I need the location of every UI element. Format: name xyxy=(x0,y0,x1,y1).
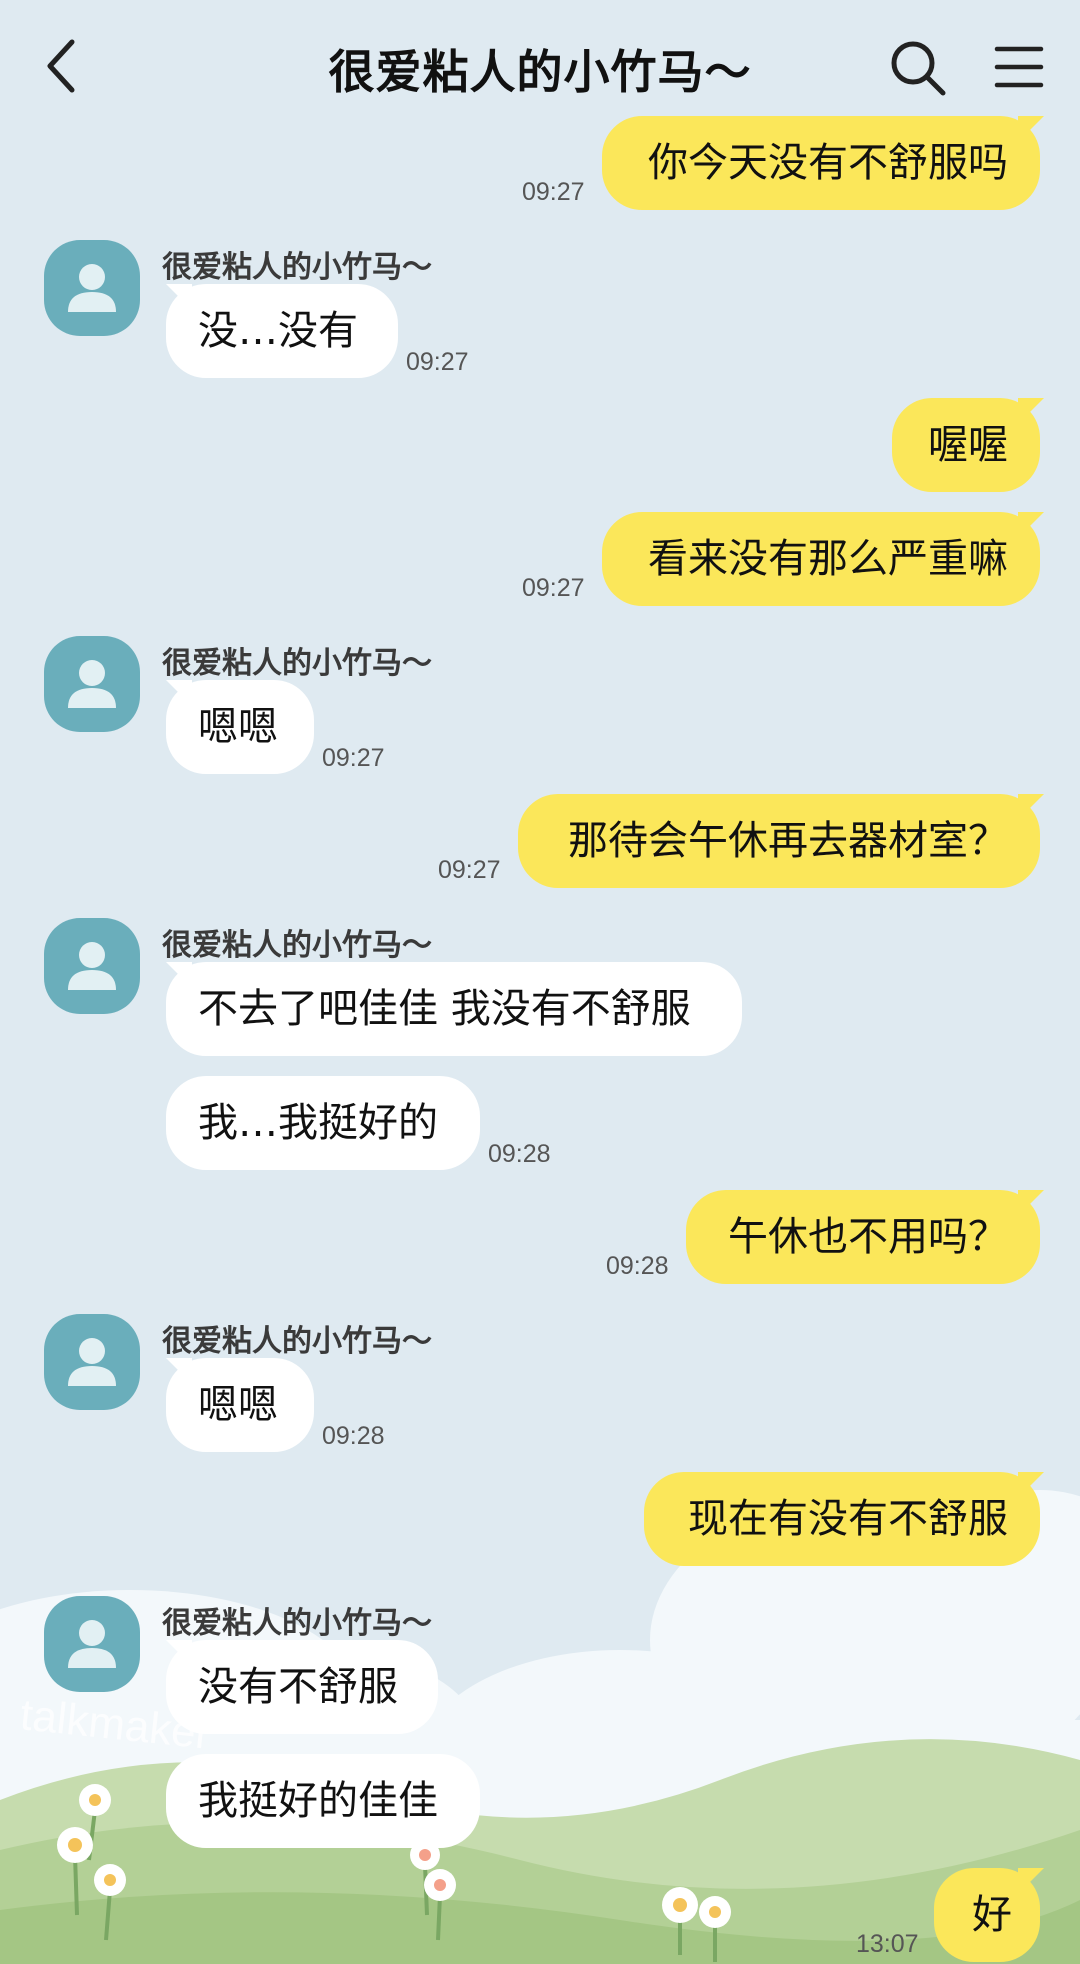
avatar xyxy=(44,240,140,336)
message-bubble[interactable]: 我挺好的佳佳 xyxy=(166,1754,480,1848)
sender-name: 很爱粘人的小竹马～ xyxy=(162,1606,432,1641)
sender-name: 很爱粘人的小竹马～ xyxy=(162,250,432,285)
sender-name: 很爱粘人的小竹马～ xyxy=(162,646,432,681)
chat-header: 很爱粘人的小竹马～ xyxy=(0,0,1080,130)
message-time: 09:28 xyxy=(488,1140,551,1168)
message-bubble[interactable]: 嗯嗯 xyxy=(166,680,314,774)
message-bubble[interactable]: 那待会午休再去器材室？ xyxy=(518,794,1040,888)
avatar xyxy=(44,1314,140,1410)
message-time: 09:27 xyxy=(522,574,585,602)
message-time: 09:27 xyxy=(522,178,585,206)
message-text: 那待会午休再去器材室？ xyxy=(568,818,1008,864)
search-icon xyxy=(891,41,946,96)
message-text: 我挺好的佳佳 xyxy=(198,1778,438,1824)
message-bubble[interactable]: 不去了吧佳佳 我没有不舒服 xyxy=(166,962,742,1056)
message-text: 好 xyxy=(972,1892,1012,1938)
hamburger-menu-icon xyxy=(994,46,1044,88)
message-bubble[interactable]: 午休也不用吗？ xyxy=(686,1190,1040,1284)
message-text: 现在有没有不舒服 xyxy=(688,1496,1008,1542)
avatar xyxy=(44,636,140,732)
message-bubble[interactable]: 现在有没有不舒服 xyxy=(644,1472,1040,1566)
message-time: 09:28 xyxy=(606,1252,669,1280)
message-bubble[interactable]: 嗯嗯 xyxy=(166,1358,314,1452)
message-text: 午休也不用吗？ xyxy=(728,1214,1008,1260)
message-time: 09:28 xyxy=(322,1422,385,1450)
search-button[interactable] xyxy=(888,38,948,98)
message-bubble[interactable]: 我…我挺好的 xyxy=(166,1076,480,1170)
message-text: 没有不舒服 xyxy=(198,1664,398,1710)
message-text: 看来没有那么严重嘛 xyxy=(648,536,1008,582)
message-text: 你今天没有不舒服吗 xyxy=(648,140,1008,186)
message-bubble[interactable]: 看来没有那么严重嘛 xyxy=(602,512,1040,606)
message-text: 嗯嗯 xyxy=(198,704,278,750)
avatar xyxy=(44,918,140,1014)
message-bubble[interactable]: 喔喔 xyxy=(892,398,1040,492)
message-text: 喔喔 xyxy=(928,422,1008,468)
message-bubble[interactable]: 没有不舒服 xyxy=(166,1640,438,1734)
menu-button[interactable] xyxy=(994,44,1044,90)
message-text: 嗯嗯 xyxy=(198,1382,278,1428)
sender-name: 很爱粘人的小竹马～ xyxy=(162,928,432,963)
message-time: 09:27 xyxy=(406,348,469,376)
sender-name: 很爱粘人的小竹马～ xyxy=(162,1324,432,1359)
avatar xyxy=(44,1596,140,1692)
message-bubble[interactable]: 没…没有 xyxy=(166,284,398,378)
message-text: 不去了吧佳佳 我没有不舒服 xyxy=(198,986,691,1032)
message-time: 09:27 xyxy=(322,744,385,772)
message-text: 没…没有 xyxy=(198,308,358,354)
message-time: 13:07 xyxy=(856,1930,919,1958)
message-bubble[interactable]: 你今天没有不舒服吗 xyxy=(602,116,1040,210)
message-time: 09:27 xyxy=(438,856,501,884)
message-text: 我…我挺好的 xyxy=(198,1100,438,1146)
